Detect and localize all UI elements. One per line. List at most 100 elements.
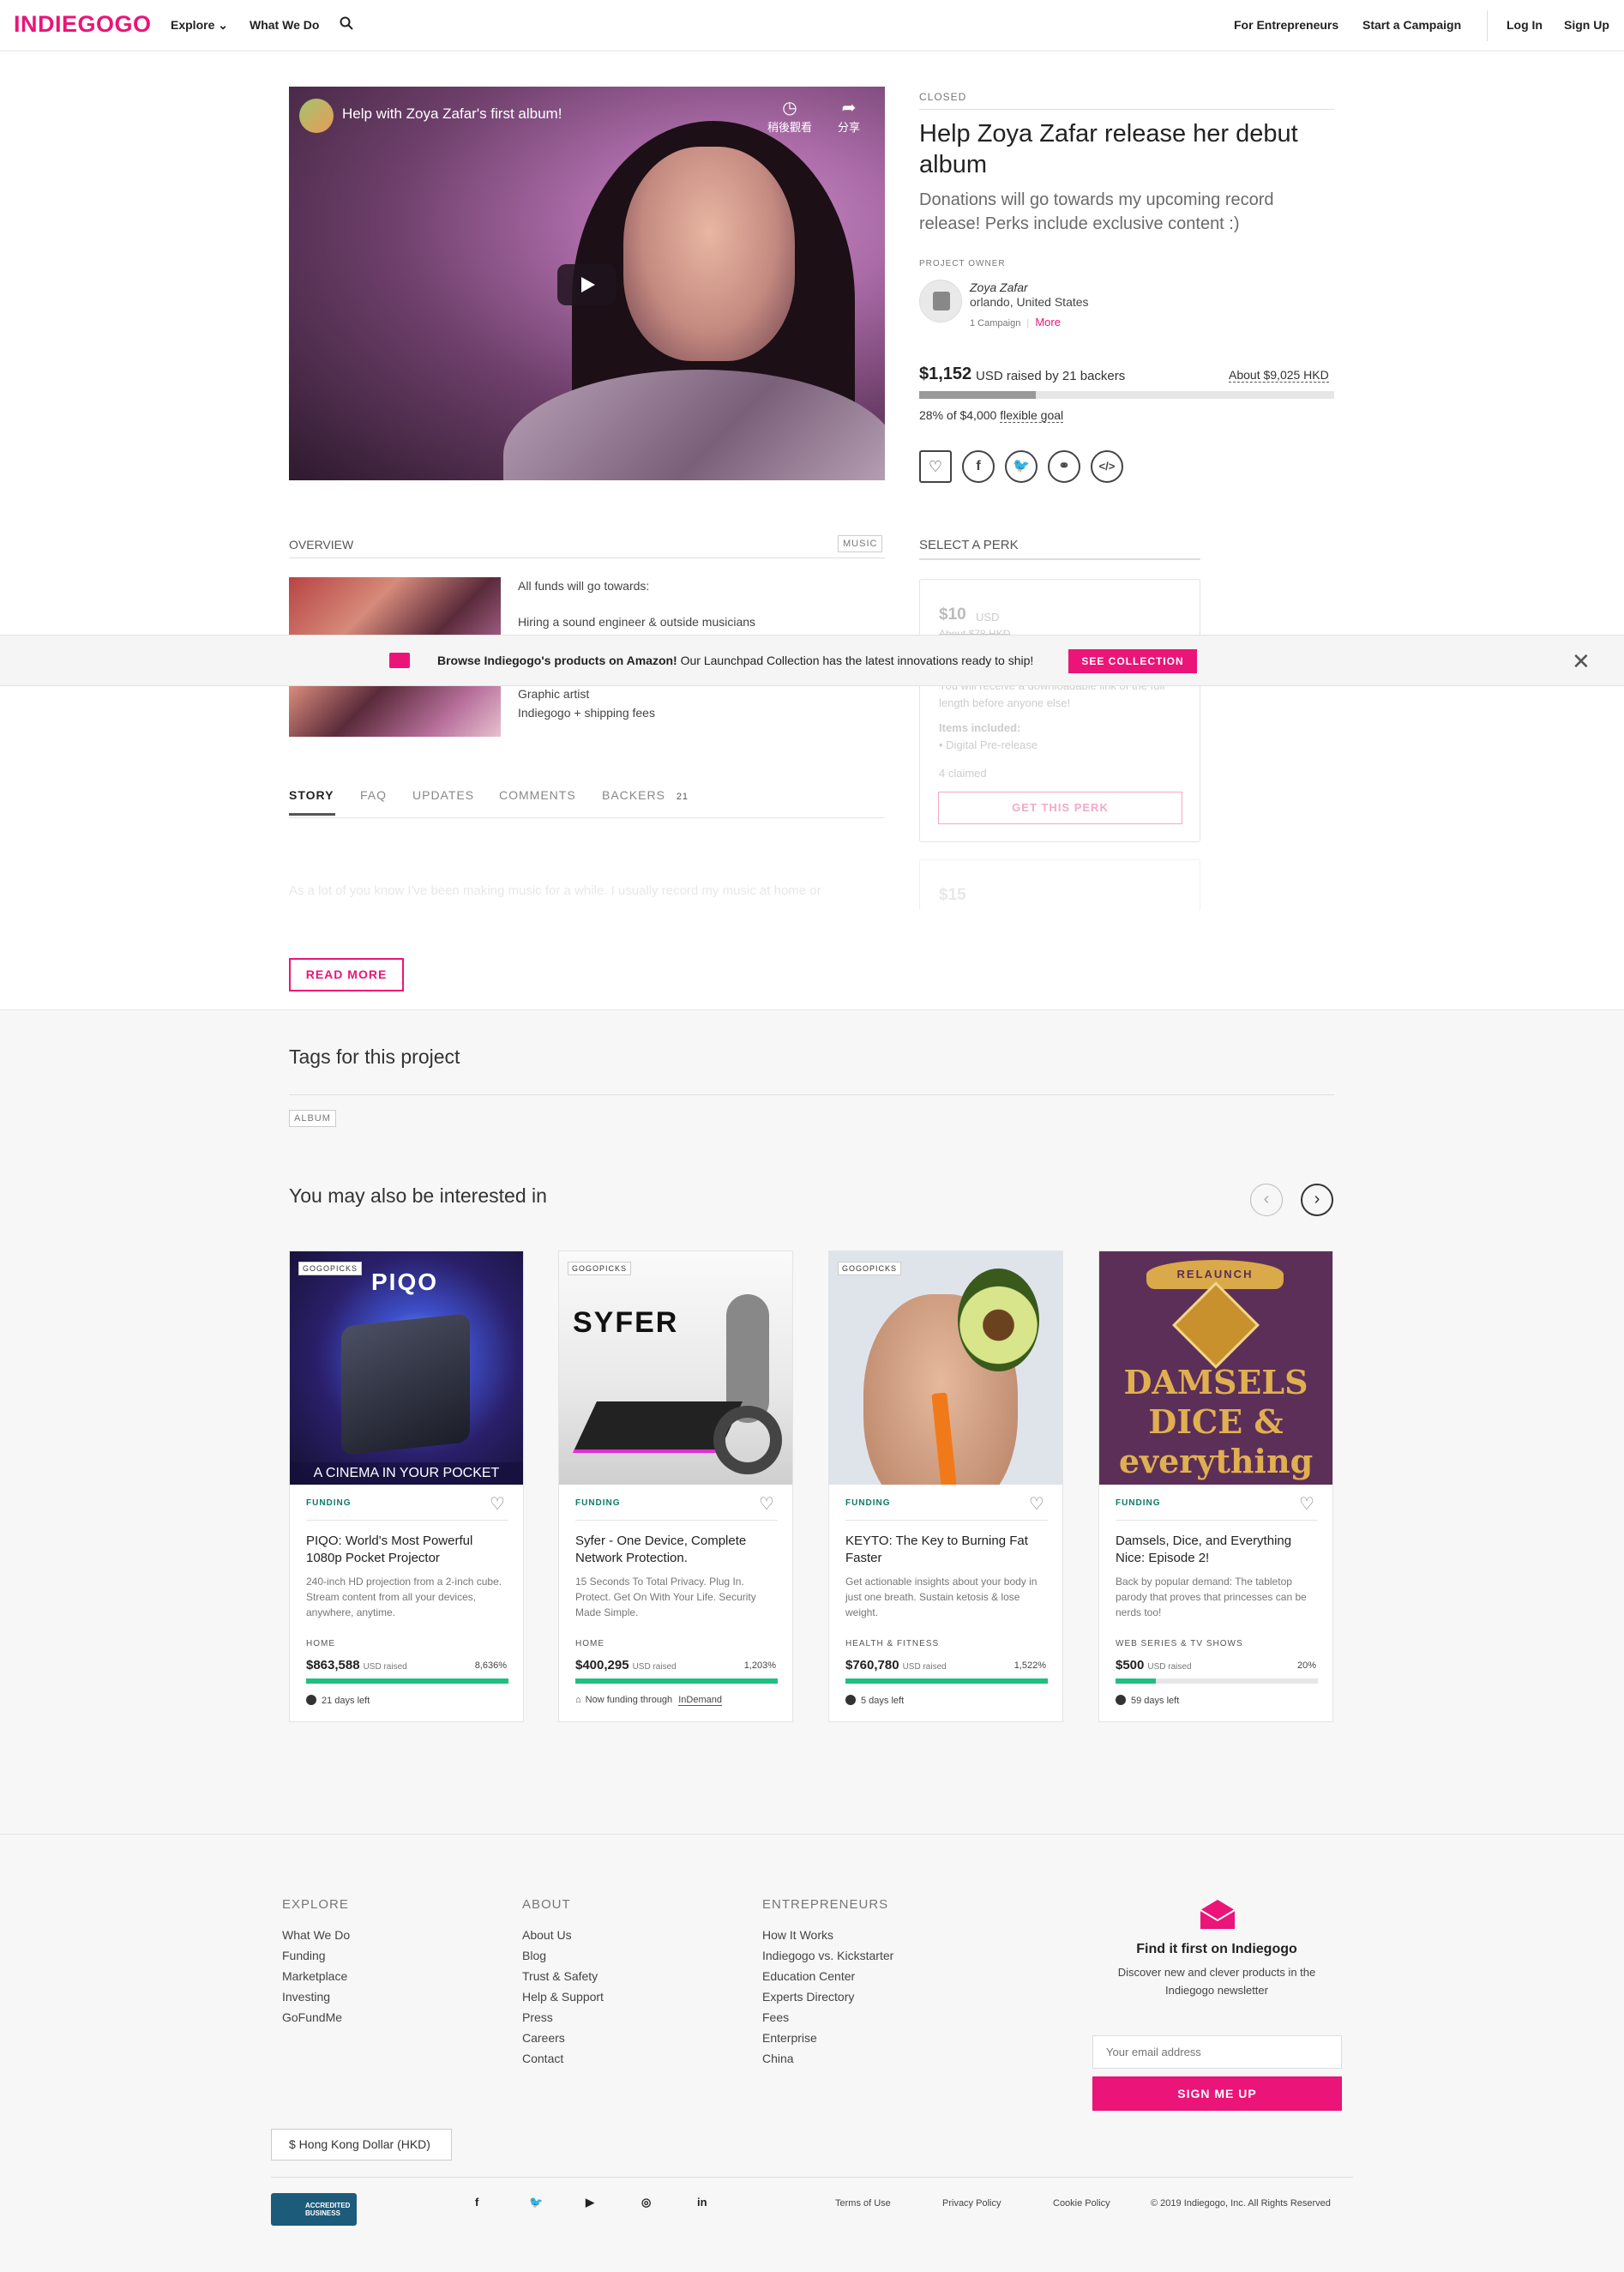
nav-login[interactable]: Log In bbox=[1507, 18, 1543, 32]
facebook-icon[interactable]: f bbox=[475, 2196, 478, 2209]
carousel-next-button[interactable]: › bbox=[1301, 1184, 1333, 1216]
project-tag[interactable]: ALBUM bbox=[289, 1110, 336, 1127]
footer-link[interactable]: Funding bbox=[282, 1945, 350, 1966]
interest-title: You may also be interested in bbox=[289, 1184, 547, 1207]
project-card[interactable]: RELAUNCH DAMSELS DICE & everything Nice … bbox=[1098, 1251, 1333, 1722]
card-image: SYFER bbox=[559, 1251, 792, 1485]
facebook-icon: f bbox=[976, 459, 981, 473]
bbb-accredited-logo[interactable]: ACCREDITED BUSINESS bbox=[271, 2193, 357, 2226]
heart-icon[interactable]: ♡ bbox=[759, 1493, 774, 1515]
close-icon[interactable]: ✕ bbox=[1572, 648, 1591, 675]
goal-type[interactable]: flexible goal bbox=[1000, 408, 1064, 423]
raised-amount: $1,152 bbox=[919, 365, 972, 383]
tab-backers-label: BACKERS bbox=[602, 788, 665, 802]
perk-card[interactable]: $10 USD About $78 HKD You will receive a… bbox=[919, 579, 1200, 842]
see-collection-button[interactable]: SEE COLLECTION bbox=[1068, 649, 1197, 673]
video-title[interactable]: Help with Zoya Zafar's first album! bbox=[342, 105, 562, 123]
project-card[interactable]: GOGOPICKS FUNDING ♡ KEYTO: The Key to Bu… bbox=[828, 1251, 1063, 1722]
tab-backers[interactable]: BACKERS 21 bbox=[602, 788, 689, 802]
share-facebook-button[interactable]: f bbox=[962, 450, 995, 483]
tab-updates[interactable]: UPDATES bbox=[412, 788, 474, 802]
heart-icon[interactable]: ♡ bbox=[1299, 1493, 1314, 1515]
footer-link[interactable]: How It Works bbox=[762, 1925, 893, 1945]
tab-story[interactable]: STORY bbox=[289, 788, 334, 802]
video-channel-avatar[interactable] bbox=[299, 99, 334, 133]
currency-selector[interactable]: $ Hong Kong Dollar (HKD) bbox=[271, 2129, 452, 2161]
project-card[interactable]: PIQO A CINEMA IN YOUR POCKET GOGOPICKS F… bbox=[289, 1251, 524, 1722]
owner-more-link[interactable]: More bbox=[1035, 316, 1061, 328]
card-title[interactable]: Syfer - One Device, Complete Network Pro… bbox=[575, 1533, 781, 1567]
nav-what-we-do[interactable]: What We Do bbox=[250, 18, 319, 32]
youtube-icon[interactable]: ▶ bbox=[586, 2196, 594, 2209]
footer-link[interactable]: Help & Support bbox=[522, 1986, 604, 2007]
watch-later-button[interactable]: ◷ 稍後觀看 bbox=[767, 97, 812, 135]
card-amount-label: USD raised bbox=[1147, 1662, 1192, 1672]
campaign-video[interactable]: Help with Zoya Zafar's first album! ◷ 稍後… bbox=[289, 87, 885, 480]
get-this-perk-button[interactable]: GET THIS PERK bbox=[938, 792, 1182, 824]
card-title[interactable]: KEYTO: The Key to Burning Fat Faster bbox=[845, 1533, 1051, 1567]
footer-link[interactable]: Education Center bbox=[762, 1966, 893, 1986]
nav-start-campaign[interactable]: Start a Campaign bbox=[1362, 18, 1461, 32]
share-twitter-button[interactable]: 🐦 bbox=[1005, 450, 1038, 483]
owner-name[interactable]: Zoya Zafar bbox=[970, 280, 1028, 294]
footer-link[interactable]: Blog bbox=[522, 1945, 604, 1966]
nav-explore[interactable]: Explore ⌄ bbox=[171, 18, 228, 33]
privacy-link[interactable]: Privacy Policy bbox=[942, 2198, 1001, 2209]
copy-link-button[interactable]: ⚭ bbox=[1048, 450, 1080, 483]
goal-percent: 28% of $4,000 bbox=[919, 408, 997, 422]
carousel-prev-button[interactable]: ‹ bbox=[1250, 1184, 1283, 1216]
email-input[interactable] bbox=[1092, 2035, 1342, 2069]
footer-link[interactable]: Experts Directory bbox=[762, 1986, 893, 2007]
chevron-right-icon: › bbox=[1314, 1190, 1320, 1208]
perk-items-label: Items included: bbox=[939, 721, 1021, 734]
read-more-button[interactable]: READ MORE bbox=[289, 958, 404, 991]
owner-avatar[interactable] bbox=[919, 280, 962, 322]
raised-text: USD raised by 21 backers bbox=[976, 369, 1126, 383]
indemand-link[interactable]: InDemand bbox=[678, 1695, 722, 1706]
project-card[interactable]: SYFER GOGOPICKS FUNDING ♡ Syfer - One De… bbox=[558, 1251, 793, 1722]
footer-link[interactable]: GoFundMe bbox=[282, 2007, 350, 2028]
instagram-icon[interactable]: ◎ bbox=[641, 2196, 651, 2209]
video-share-button[interactable]: ➦ 分享 bbox=[838, 97, 860, 135]
footer-link[interactable]: Press bbox=[522, 2007, 604, 2028]
footer-link[interactable]: Investing bbox=[282, 1986, 350, 2007]
twitter-icon[interactable]: 🐦 bbox=[529, 2196, 543, 2209]
embed-button[interactable]: </> bbox=[1091, 450, 1123, 483]
heart-icon[interactable]: ♡ bbox=[490, 1493, 505, 1515]
footer-link[interactable]: Contact bbox=[522, 2048, 604, 2069]
cookie-link[interactable]: Cookie Policy bbox=[1053, 2198, 1110, 2209]
footer-link[interactable]: Fees bbox=[762, 2007, 893, 2028]
footer-link[interactable]: Indiegogo vs. Kickstarter bbox=[762, 1945, 893, 1966]
footer-link[interactable]: China bbox=[762, 2048, 893, 2069]
footer-link[interactable]: Marketplace bbox=[282, 1966, 350, 1986]
card-title[interactable]: Damsels, Dice, and Everything Nice: Epis… bbox=[1116, 1533, 1321, 1567]
play-icon[interactable] bbox=[557, 264, 616, 305]
search-icon[interactable] bbox=[340, 16, 353, 30]
nav-signup[interactable]: Sign Up bbox=[1564, 18, 1609, 32]
card-image-caption: A CINEMA IN YOUR POCKET bbox=[290, 1462, 523, 1485]
tab-faq[interactable]: FAQ bbox=[360, 788, 387, 802]
sign-me-up-button[interactable]: SIGN ME UP bbox=[1092, 2076, 1342, 2111]
perk-card[interactable]: $15 bbox=[919, 859, 1200, 911]
divider bbox=[845, 1520, 1048, 1521]
category-tag[interactable]: MUSIC bbox=[838, 535, 883, 552]
footer-link[interactable]: Trust & Safety bbox=[522, 1966, 604, 1986]
tab-comments[interactable]: COMMENTS bbox=[499, 788, 576, 802]
heart-icon[interactable]: ♡ bbox=[1029, 1493, 1044, 1515]
embed-code-icon: </> bbox=[1098, 460, 1116, 473]
footer-link[interactable]: About Us bbox=[522, 1925, 604, 1945]
card-amount: $400,295 USD raised bbox=[575, 1658, 677, 1672]
card-title[interactable]: PIQO: World's Most Powerful 1080p Pocket… bbox=[306, 1533, 512, 1567]
nav-for-entrepreneurs[interactable]: For Entrepreneurs bbox=[1234, 18, 1338, 32]
follow-heart-button[interactable]: ♡ bbox=[919, 450, 952, 483]
footer-link[interactable]: What We Do bbox=[282, 1925, 350, 1945]
terms-link[interactable]: Terms of Use bbox=[835, 2198, 891, 2209]
gogopicks-badge: GOGOPICKS bbox=[838, 1262, 902, 1275]
card-category: HEALTH & FITNESS bbox=[845, 1639, 940, 1648]
chevron-left-icon: ‹ bbox=[1263, 1190, 1270, 1208]
footer-link[interactable]: Careers bbox=[522, 2028, 604, 2048]
indiegogo-logo[interactable]: INDIEGOGO bbox=[14, 11, 152, 38]
linkedin-icon[interactable]: in bbox=[697, 2196, 707, 2209]
active-tab-indicator bbox=[289, 813, 335, 816]
footer-link[interactable]: Enterprise bbox=[762, 2028, 893, 2048]
